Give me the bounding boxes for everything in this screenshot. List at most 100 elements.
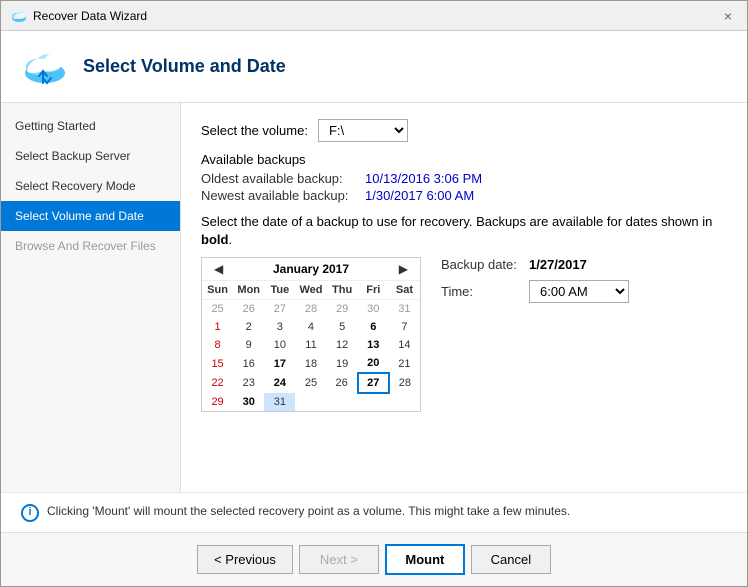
calendar-day — [327, 393, 358, 411]
title-bar-left: Recover Data Wizard — [11, 8, 147, 24]
sidebar-item-backup-server[interactable]: Select Backup Server — [1, 141, 180, 171]
calendar-header: ◀ January 2017 ▶ — [202, 258, 420, 281]
backup-date-row: Backup date: 1/27/2017 — [441, 257, 629, 272]
sidebar: Getting Started Select Backup Server Sel… — [1, 103, 181, 492]
backup-date-value: 1/27/2017 — [529, 257, 587, 272]
calendar-day: 9 — [233, 336, 264, 354]
sidebar-item-browse-recover: Browse And Recover Files — [1, 231, 180, 261]
col-tue: Tue — [264, 281, 295, 300]
calendar-day — [295, 393, 326, 411]
time-row: Time: 6:00 AM 12:00 PM 6:00 PM — [441, 280, 629, 303]
calendar-day: 25 — [295, 373, 326, 393]
main-content: Select the volume: F:\ C:\ D:\ E:\ Avail… — [181, 103, 747, 492]
calendar: ◀ January 2017 ▶ Sun Mon Tue Wed Thu — [201, 257, 421, 412]
col-fri: Fri — [358, 281, 389, 300]
calendar-day: 18 — [295, 354, 326, 373]
calendar-day[interactable]: 24 — [264, 373, 295, 393]
calendar-day[interactable]: 17 — [264, 354, 295, 373]
content-area: Getting Started Select Backup Server Sel… — [1, 103, 747, 492]
oldest-value: 10/13/2016 3:06 PM — [365, 171, 482, 186]
calendar-day: 7 — [389, 318, 420, 336]
sidebar-item-getting-started[interactable]: Getting Started — [1, 111, 180, 141]
calendar-day: 28 — [295, 300, 326, 319]
sidebar-item-volume-date[interactable]: Select Volume and Date — [1, 201, 180, 231]
title-bar: Recover Data Wizard × — [1, 1, 747, 31]
col-sat: Sat — [389, 281, 420, 300]
calendar-day: 28 — [389, 373, 420, 393]
calendar-day: 22 — [202, 373, 233, 393]
newest-label: Newest available backup: — [201, 188, 361, 203]
calendar-day: 16 — [233, 354, 264, 373]
footer: < Previous Next > Mount Cancel — [1, 532, 747, 586]
next-button[interactable]: Next > — [299, 545, 379, 574]
calendar-day: 27 — [264, 300, 295, 319]
calendar-day: 23 — [233, 373, 264, 393]
newest-value: 1/30/2017 6:00 AM — [365, 188, 474, 203]
oldest-backup-row: Oldest available backup: 10/13/2016 3:06… — [201, 171, 727, 186]
backup-info: Available backups Oldest available backu… — [201, 152, 727, 203]
calendar-day: 21 — [389, 354, 420, 373]
close-button[interactable]: × — [719, 7, 737, 25]
date-backup-row: ◀ January 2017 ▶ Sun Mon Tue Wed Thu — [201, 257, 727, 412]
col-mon: Mon — [233, 281, 264, 300]
calendar-day[interactable]: 30 — [233, 393, 264, 411]
calendar-day — [358, 393, 389, 411]
sidebar-item-recovery-mode[interactable]: Select Recovery Mode — [1, 171, 180, 201]
calendar-day: 4 — [295, 318, 326, 336]
col-thu: Thu — [327, 281, 358, 300]
backup-date-panel: Backup date: 1/27/2017 Time: 6:00 AM 12:… — [441, 257, 629, 303]
time-label: Time: — [441, 284, 521, 299]
recover-data-wizard-dialog: Recover Data Wizard × Select Volume and … — [0, 0, 748, 587]
calendar-day: 31 — [389, 300, 420, 319]
header-icon — [21, 41, 69, 92]
calendar-day: 31 — [264, 393, 295, 411]
calendar-day[interactable]: 6 — [358, 318, 389, 336]
header-area: Select Volume and Date — [1, 31, 747, 103]
calendar-day[interactable]: 20 — [358, 354, 389, 373]
calendar-day: 2 — [233, 318, 264, 336]
cancel-button[interactable]: Cancel — [471, 545, 551, 574]
cal-next-button[interactable]: ▶ — [395, 262, 412, 276]
calendar-day: 1 — [202, 318, 233, 336]
page-title: Select Volume and Date — [83, 56, 286, 77]
mount-button[interactable]: Mount — [385, 544, 465, 575]
volume-label: Select the volume: — [201, 123, 308, 138]
calendar-day: 25 — [202, 300, 233, 319]
date-instruction: Select the date of a backup to use for r… — [201, 213, 727, 249]
calendar-day: 29 — [327, 300, 358, 319]
calendar-body: 2526272829303112345678910111213141516171… — [202, 300, 420, 412]
backup-date-label: Backup date: — [441, 257, 521, 272]
info-icon: i — [21, 504, 39, 522]
calendar-day: 3 — [264, 318, 295, 336]
calendar-month: January 2017 — [273, 262, 349, 276]
available-backups-title: Available backups — [201, 152, 727, 167]
calendar-day[interactable]: 13 — [358, 336, 389, 354]
calendar-grid: Sun Mon Tue Wed Thu Fri Sat 252627282930… — [202, 281, 420, 411]
volume-select[interactable]: F:\ C:\ D:\ E:\ — [318, 119, 408, 142]
col-sun: Sun — [202, 281, 233, 300]
volume-row: Select the volume: F:\ C:\ D:\ E:\ — [201, 119, 727, 142]
dialog-icon — [11, 8, 27, 24]
time-select[interactable]: 6:00 AM 12:00 PM 6:00 PM — [529, 280, 629, 303]
info-message: Clicking 'Mount' will mount the selected… — [47, 503, 570, 520]
calendar-day — [389, 393, 420, 411]
calendar-day: 8 — [202, 336, 233, 354]
calendar-day: 12 — [327, 336, 358, 354]
calendar-day: 11 — [295, 336, 326, 354]
calendar-day: 30 — [358, 300, 389, 319]
previous-button[interactable]: < Previous — [197, 545, 293, 574]
newest-backup-row: Newest available backup: 1/30/2017 6:00 … — [201, 188, 727, 203]
calendar-day: 29 — [202, 393, 233, 411]
calendar-day: 19 — [327, 354, 358, 373]
col-wed: Wed — [295, 281, 326, 300]
calendar-day: 15 — [202, 354, 233, 373]
calendar-day: 5 — [327, 318, 358, 336]
calendar-day: 26 — [327, 373, 358, 393]
calendar-day: 14 — [389, 336, 420, 354]
info-bar: i Clicking 'Mount' will mount the select… — [1, 492, 747, 532]
calendar-day[interactable]: 27 — [358, 373, 389, 393]
dialog-title: Recover Data Wizard — [33, 9, 147, 23]
cal-prev-button[interactable]: ◀ — [210, 262, 227, 276]
calendar-day: 10 — [264, 336, 295, 354]
oldest-label: Oldest available backup: — [201, 171, 361, 186]
